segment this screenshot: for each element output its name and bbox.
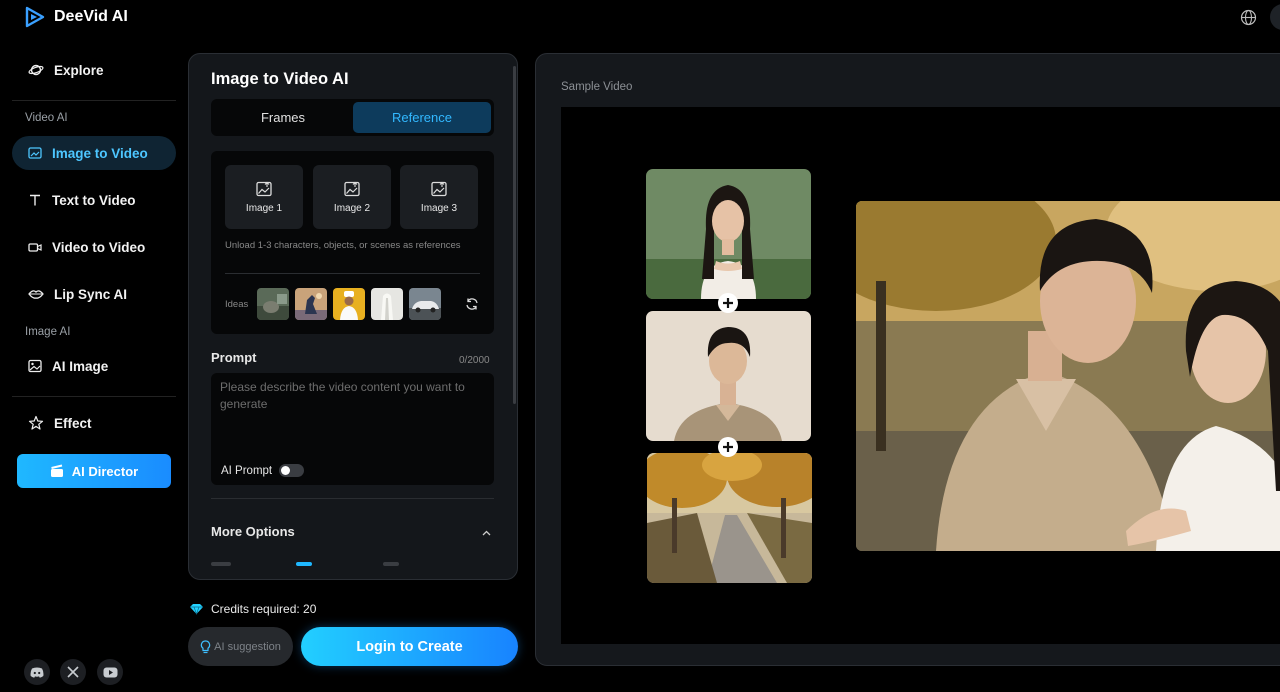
video-camera-icon	[28, 243, 42, 252]
login-to-create-button[interactable]: Login to Create	[301, 627, 518, 666]
globe-icon[interactable]	[1240, 9, 1257, 26]
ai-suggestion-label: AI suggestion	[214, 640, 281, 653]
idea-image	[333, 288, 365, 320]
sidebar-item-label: Video to Video	[52, 239, 146, 255]
ai-director-label: AI Director	[71, 463, 139, 479]
result-video-frame	[856, 201, 1280, 551]
tab-reference[interactable]: Reference	[353, 102, 491, 133]
lightbulb-icon	[201, 639, 211, 653]
youtube-link[interactable]	[97, 659, 123, 685]
more-options-label[interactable]: More Options	[211, 524, 295, 539]
mode-tabs: Frames Reference	[211, 99, 494, 136]
chevron-up-icon[interactable]	[482, 530, 491, 536]
diamond-icon	[190, 604, 203, 615]
plus-icon	[718, 437, 738, 457]
credits-row: Credits required: 20	[189, 602, 316, 616]
sidebar-item-lip-sync[interactable]: Lip Sync AI	[12, 277, 176, 311]
sidebar-item-video-to-video[interactable]: Video to Video	[12, 230, 176, 264]
cut-off-option	[211, 562, 231, 566]
prompt-label: Prompt	[211, 350, 257, 365]
app-root: DeeVid AI Explore Video AI Image to Vide…	[0, 0, 1280, 692]
sidebar-item-label: Text to Video	[52, 192, 136, 208]
ideas-label: Ideas	[225, 299, 249, 310]
section-label-image-ai: Image AI	[25, 326, 71, 338]
panel-title: Image to Video AI	[211, 70, 349, 88]
discord-icon	[30, 667, 44, 678]
ai-prompt-toggle[interactable]	[279, 464, 305, 477]
divider	[12, 396, 176, 397]
image-upload-icon	[256, 181, 272, 196]
sample-video-panel: Sample Video	[535, 53, 1280, 666]
sidebar-item-ai-image[interactable]: AI Image	[12, 349, 176, 383]
reference-image-man	[646, 311, 811, 441]
idea-thumbnail[interactable]	[295, 288, 327, 320]
credits-text: Credits required: 20	[211, 602, 317, 616]
text-t-icon	[30, 194, 40, 206]
image-upload-icon	[431, 181, 447, 196]
x-link[interactable]	[60, 659, 86, 685]
prompt-input[interactable]	[220, 379, 485, 457]
reference-image-street	[647, 453, 812, 583]
sparkle-star-icon	[28, 415, 44, 430]
sidebar-item-label: Explore	[54, 62, 104, 78]
discord-link[interactable]	[24, 659, 50, 685]
tab-frames[interactable]: Frames	[214, 102, 352, 133]
reference-upload-box: Image 1 Image 2 Image 3 Unload 1-3 chara…	[211, 151, 494, 334]
youtube-icon	[103, 667, 117, 677]
clapperboard-icon	[50, 464, 63, 477]
panel-scrollbar[interactable]	[513, 66, 516, 404]
prompt-box: AI Prompt	[211, 373, 494, 485]
divider	[12, 100, 176, 101]
idea-thumbnail[interactable]	[409, 288, 441, 320]
sidebar-item-label: AI Image	[52, 358, 109, 374]
ai-director-button[interactable]: AI Director	[17, 454, 171, 488]
prompt-char-count: 0/2000	[459, 355, 490, 366]
refresh-icon[interactable]	[465, 297, 479, 311]
idea-image	[371, 288, 403, 320]
ai-prompt-label: AI Prompt	[221, 464, 273, 477]
section-label-video-ai: Video AI	[25, 112, 68, 124]
sample-video-player[interactable]	[561, 107, 1280, 644]
idea-image	[295, 288, 327, 320]
sidebar-item-image-to-video[interactable]: Image to Video	[12, 136, 176, 170]
ai-suggestion-button[interactable]: AI suggestion	[188, 627, 293, 666]
image-upload-icon	[344, 181, 360, 196]
app-name: DeeVid AI	[54, 8, 128, 25]
sidebar-item-label: Lip Sync AI	[54, 286, 128, 302]
image-slot-2[interactable]: Image 2	[313, 165, 391, 229]
logo[interactable]: DeeVid AI	[24, 6, 128, 28]
sidebar-item-effect[interactable]: Effect	[12, 406, 176, 440]
idea-image	[409, 288, 441, 320]
idea-thumbnail[interactable]	[371, 288, 403, 320]
sample-video-label: Sample Video	[561, 81, 633, 93]
planet-icon	[28, 64, 44, 76]
image-slot-label: Image 3	[420, 202, 458, 214]
upload-hint: Unload 1-3 characters, objects, or scene…	[225, 240, 461, 251]
ai-prompt-toggle-row: AI Prompt	[221, 464, 305, 477]
lips-icon	[28, 290, 44, 299]
idea-thumbnail[interactable]	[257, 288, 289, 320]
sidebar-item-explore[interactable]: Explore	[12, 53, 176, 87]
image-to-video-panel: Image to Video AI Frames Reference Image…	[188, 53, 518, 580]
x-icon	[67, 666, 79, 678]
image-slot-label: Image 1	[245, 202, 283, 214]
avatar[interactable]	[1270, 4, 1280, 30]
divider	[211, 498, 494, 499]
image-slot-3[interactable]: Image 3	[400, 165, 478, 229]
image-frame-icon	[28, 147, 42, 159]
play-triangle-icon	[25, 6, 45, 28]
sidebar-item-label: Image to Video	[52, 145, 148, 161]
image-icon	[28, 359, 42, 373]
idea-thumbnail[interactable]	[333, 288, 365, 320]
cut-off-option	[296, 562, 312, 566]
sidebar-item-text-to-video[interactable]: Text to Video	[12, 183, 176, 217]
image-slot-1[interactable]: Image 1	[225, 165, 303, 229]
idea-image	[257, 288, 289, 320]
image-slot-label: Image 2	[333, 202, 371, 214]
reference-image-woman	[646, 169, 811, 299]
plus-icon	[718, 293, 738, 313]
sidebar-item-label: Effect	[54, 415, 92, 431]
divider	[225, 273, 480, 274]
cut-off-option	[383, 562, 399, 566]
